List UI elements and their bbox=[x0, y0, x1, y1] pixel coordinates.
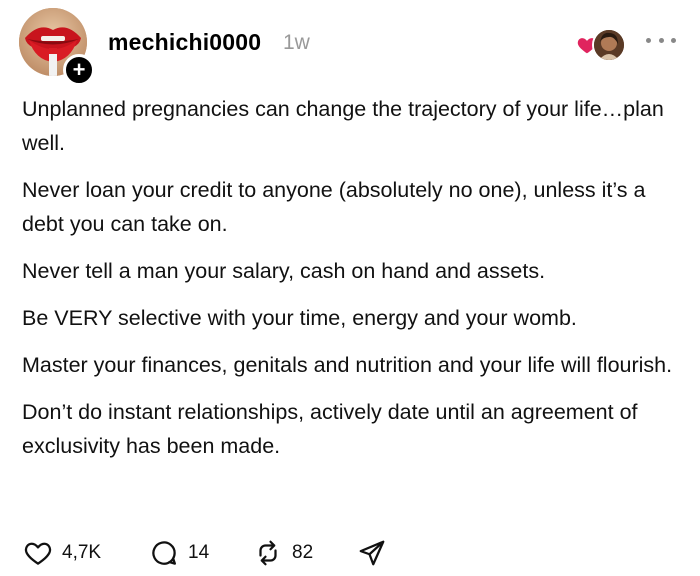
liker-avatar-image bbox=[594, 30, 624, 60]
repost-icon bbox=[259, 540, 277, 566]
plus-icon: + bbox=[72, 57, 86, 82]
author-username[interactable]: mechichi0000 bbox=[108, 29, 261, 56]
liked-by-indicator[interactable] bbox=[576, 26, 626, 62]
follow-button[interactable]: + bbox=[63, 54, 95, 86]
post-body: Unplanned pregnancies can change the tra… bbox=[22, 92, 682, 476]
reply-button[interactable]: 14 bbox=[148, 536, 209, 570]
post-paragraph: Master your finances, genitals and nutri… bbox=[22, 353, 673, 377]
post-paragraph: Unplanned pregnancies can change the tra… bbox=[22, 97, 664, 155]
post-paragraph: Don’t do instant relationships, actively… bbox=[22, 400, 638, 458]
liker-avatar bbox=[592, 28, 626, 62]
repost-count: 82 bbox=[292, 542, 314, 563]
more-horizontal-icon[interactable] bbox=[646, 30, 676, 50]
like-count: 4,7K bbox=[62, 542, 102, 563]
post-action-bar: 4,7K 14 82 bbox=[22, 536, 682, 570]
share-button[interactable] bbox=[356, 536, 388, 570]
post-paragraph: Never tell a man your salary, cash on ha… bbox=[22, 259, 546, 283]
post-paragraph: Be VERY selective with your time, energy… bbox=[22, 306, 577, 330]
repost-button[interactable]: 82 bbox=[252, 536, 313, 570]
author-avatar-container[interactable]: + bbox=[19, 8, 95, 86]
comment-icon bbox=[152, 541, 176, 565]
post-paragraph: Never loan your credit to anyone (absolu… bbox=[22, 178, 646, 236]
send-icon bbox=[359, 540, 385, 566]
thread-post: + mechichi0000 1w Unplanned pregnancies … bbox=[0, 0, 700, 576]
heart-icon bbox=[24, 542, 52, 565]
post-timestamp: 1w bbox=[283, 31, 310, 54]
like-button[interactable]: 4,7K bbox=[22, 536, 101, 570]
reply-count: 14 bbox=[188, 542, 210, 563]
